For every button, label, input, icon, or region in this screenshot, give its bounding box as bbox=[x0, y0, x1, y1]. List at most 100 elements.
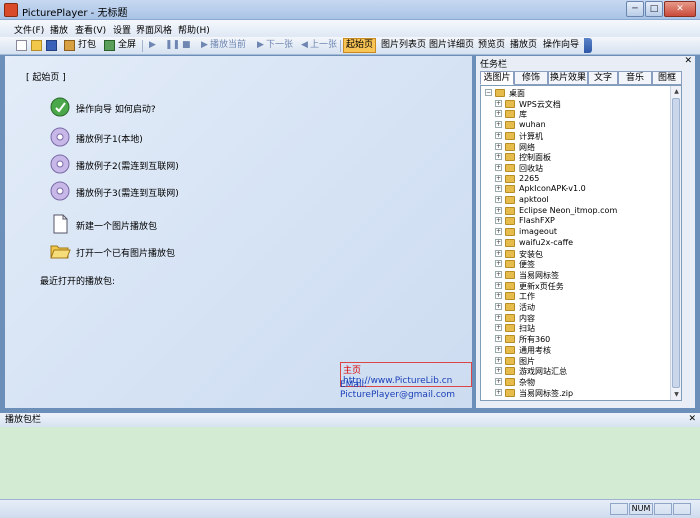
new-icon[interactable] bbox=[16, 40, 27, 51]
prev-button[interactable]: 上一张 bbox=[308, 38, 339, 53]
expand-icon[interactable]: + bbox=[495, 270, 502, 278]
tab-picture-detail[interactable]: 图片详细页 bbox=[427, 38, 476, 53]
tab-start-page[interactable]: 起始页 bbox=[343, 38, 377, 53]
scroll-thumb[interactable] bbox=[672, 98, 680, 388]
expand-icon[interactable]: + bbox=[495, 335, 502, 343]
expand-icon[interactable]: + bbox=[495, 249, 502, 257]
open-folder-icon bbox=[50, 245, 71, 259]
expand-icon[interactable]: + bbox=[495, 206, 502, 214]
play-current-button[interactable]: 播放当前 bbox=[208, 38, 248, 53]
tree-item-label: ApkIconAPK-v1.0 bbox=[519, 184, 586, 194]
fullscreen-icon[interactable] bbox=[104, 40, 115, 51]
scroll-up-icon[interactable]: ▲ bbox=[671, 86, 681, 97]
pack-button[interactable]: 打包 bbox=[76, 38, 98, 53]
tree-item-label: imageout bbox=[519, 227, 558, 237]
expand-icon[interactable]: + bbox=[495, 260, 502, 268]
expand-icon[interactable]: − bbox=[485, 89, 492, 96]
tab-wizard[interactable]: 操作向导 bbox=[541, 38, 581, 53]
expand-icon[interactable]: + bbox=[495, 345, 502, 353]
expand-icon[interactable]: + bbox=[495, 313, 502, 321]
save-icon[interactable] bbox=[46, 40, 57, 51]
menu-view[interactable]: 查看(V) bbox=[75, 23, 106, 36]
wizard-label: 操作向导 如何启动? bbox=[76, 105, 156, 115]
tab-music[interactable]: 音乐 bbox=[618, 71, 652, 85]
disc-icon bbox=[50, 154, 70, 174]
expand-icon[interactable]: + bbox=[495, 367, 502, 375]
close-icon[interactable]: ✕ bbox=[688, 414, 696, 424]
folder-icon bbox=[505, 185, 515, 194]
expand-icon[interactable]: + bbox=[495, 153, 502, 161]
close-icon[interactable]: ✕ bbox=[684, 56, 692, 66]
expand-icon[interactable]: + bbox=[495, 238, 502, 246]
toolbar-overflow-handle[interactable] bbox=[584, 38, 592, 53]
expand-icon[interactable]: + bbox=[495, 292, 502, 300]
expand-icon[interactable]: + bbox=[495, 185, 502, 193]
fullscreen-button[interactable]: 全屏 bbox=[116, 38, 138, 53]
next-button[interactable]: 下一张 bbox=[264, 38, 295, 53]
maximize-button[interactable]: □ bbox=[645, 1, 663, 17]
tree-scrollbar[interactable]: ▲ ▼ bbox=[670, 86, 681, 400]
tree-item-label: WPS云文档 bbox=[519, 99, 561, 109]
folder-icon bbox=[505, 270, 515, 279]
tree-item-label: 当易网标签 bbox=[519, 270, 559, 280]
disc-icon bbox=[50, 127, 70, 147]
menu-skin[interactable]: 界面风格 bbox=[136, 23, 172, 36]
menu-file[interactable]: 文件(F) bbox=[14, 23, 44, 36]
folder-icon bbox=[505, 196, 515, 204]
expand-icon[interactable]: + bbox=[495, 142, 502, 150]
tree-item-label: 库 bbox=[519, 110, 527, 120]
disc-icon bbox=[50, 181, 70, 201]
menu-help[interactable]: 帮助(H) bbox=[178, 23, 210, 36]
tab-select-picture[interactable]: 选图片 bbox=[480, 71, 514, 85]
folder-icon bbox=[505, 163, 515, 172]
tab-decorate[interactable]: 修饰 bbox=[514, 71, 548, 85]
close-button[interactable]: ✕ bbox=[664, 1, 696, 17]
expand-icon[interactable]: + bbox=[495, 163, 502, 171]
toolbar-separator bbox=[340, 40, 341, 52]
menu-bar: 文件(F) 播放 查看(V) 设置 界面风格 帮助(H) bbox=[0, 20, 700, 37]
task-panel: 任务栏 ✕ 选图片 修饰 换片效果 文字 音乐 图框 − 桌面 + WPS云文档 + 库 +… bbox=[476, 56, 695, 408]
expand-icon[interactable]: + bbox=[495, 131, 502, 139]
email-link[interactable]: EMail: PicturePlayer@gmail.com bbox=[340, 380, 472, 400]
expand-icon[interactable]: + bbox=[495, 99, 502, 107]
folder-icon bbox=[505, 367, 515, 376]
expand-icon[interactable]: + bbox=[495, 388, 502, 396]
expand-icon[interactable]: + bbox=[495, 174, 502, 182]
expand-icon[interactable]: + bbox=[495, 121, 502, 129]
status-cell bbox=[654, 503, 672, 515]
menu-play[interactable]: 播放 bbox=[50, 23, 68, 36]
expand-icon[interactable]: + bbox=[495, 281, 502, 289]
expand-icon[interactable]: + bbox=[495, 303, 502, 310]
status-bar: NUM bbox=[0, 499, 700, 518]
expand-icon[interactable]: + bbox=[495, 110, 502, 118]
tree-item-label: 计算机 bbox=[519, 131, 543, 141]
title-bar: PicturePlayer - 无标题 ─ □ ✕ bbox=[0, 0, 700, 20]
open-icon[interactable] bbox=[31, 40, 42, 51]
folder-icon bbox=[505, 281, 515, 290]
stop-icon[interactable]: ■ bbox=[180, 38, 193, 53]
toolbar: 打包 全屏 ▶ ❚❚ ■ ▶ 播放当前 ▶ 下一张 ◀ 上一张 起始页 图片列表… bbox=[0, 37, 700, 55]
folder-icon bbox=[505, 292, 515, 301]
tree-item-label: FlashFXP bbox=[519, 216, 555, 226]
task-panel-title: 任务栏 bbox=[480, 60, 508, 70]
expand-icon[interactable]: + bbox=[495, 196, 502, 203]
expand-icon[interactable]: + bbox=[495, 217, 502, 225]
tab-picture-list[interactable]: 图片列表页 bbox=[379, 38, 428, 53]
minimize-button[interactable]: ─ bbox=[626, 1, 644, 17]
expand-icon[interactable]: + bbox=[495, 356, 502, 364]
app-icon bbox=[4, 3, 18, 17]
play-icon[interactable]: ▶ bbox=[147, 38, 158, 53]
pack-icon[interactable] bbox=[64, 40, 75, 51]
expand-icon[interactable]: + bbox=[495, 377, 502, 385]
tab-frame[interactable]: 图框 bbox=[652, 71, 682, 85]
tab-play[interactable]: 播放页 bbox=[508, 38, 539, 53]
tree-item-label: 所有360 bbox=[519, 335, 551, 345]
expand-icon[interactable]: + bbox=[495, 324, 502, 332]
scroll-down-icon[interactable]: ▼ bbox=[671, 389, 681, 400]
tab-text[interactable]: 文字 bbox=[588, 71, 618, 85]
play-example-1-label: 播放例子1(本地) bbox=[76, 135, 143, 145]
expand-icon[interactable]: + bbox=[495, 228, 502, 236]
menu-settings[interactable]: 设置 bbox=[113, 23, 131, 36]
tab-preview[interactable]: 预览页 bbox=[476, 38, 507, 53]
tab-transition[interactable]: 换片效果 bbox=[548, 71, 588, 85]
